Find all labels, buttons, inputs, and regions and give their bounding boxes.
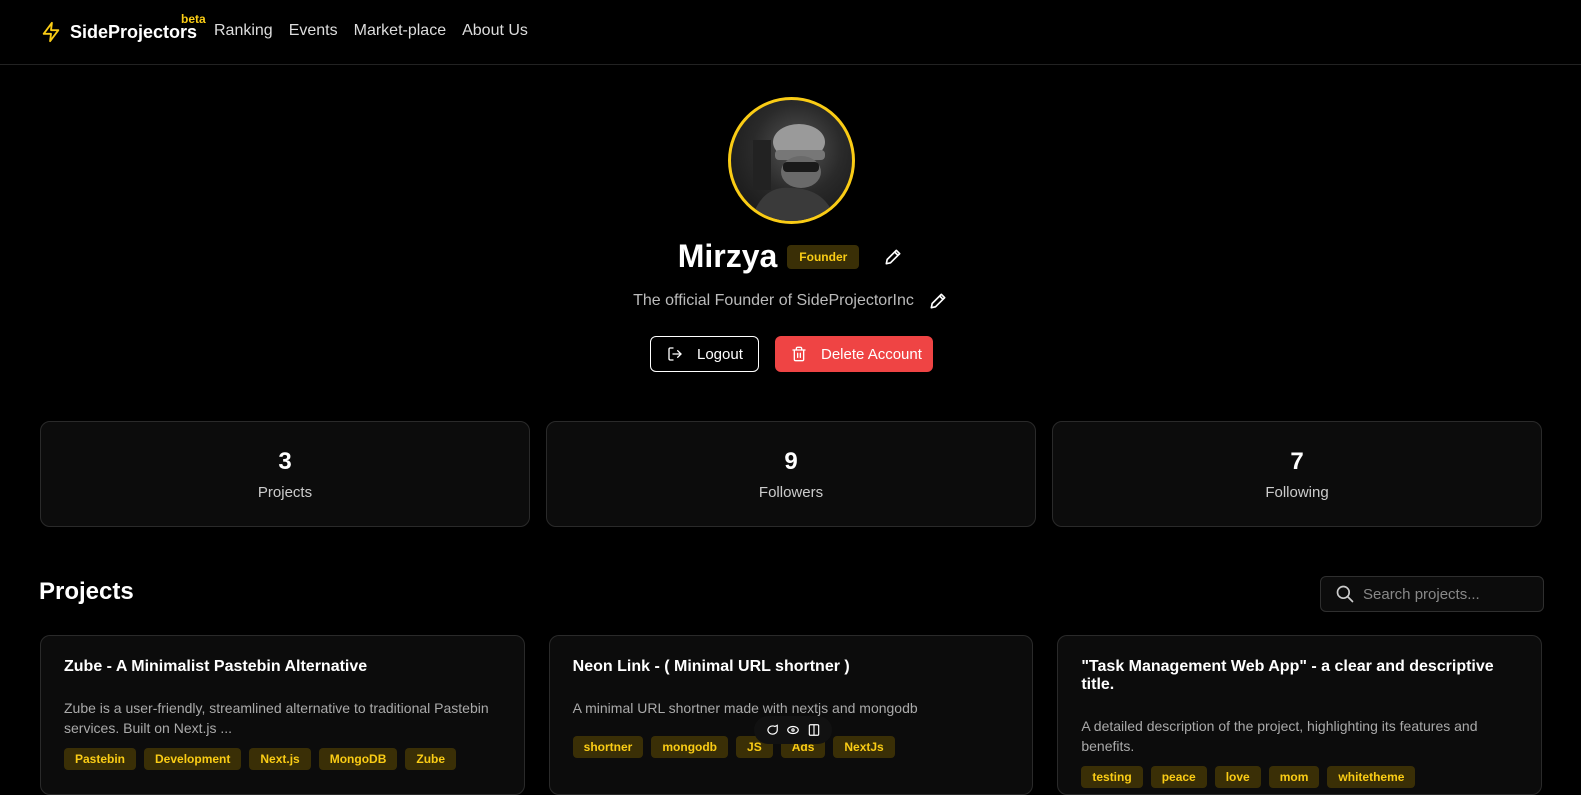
stat-label: Projects <box>257 483 313 501</box>
brand-logo[interactable]: SideProjectors beta <box>40 12 206 45</box>
project-tag[interactable]: testing <box>1081 766 1143 788</box>
project-title[interactable]: Zube - A Minimalist Pastebin Alternative <box>64 658 501 676</box>
top-navbar: SideProjectors beta Ranking Events Marke… <box>0 0 1581 65</box>
project-description: A detailed description of the project, h… <box>1081 718 1478 754</box>
logout-button[interactable]: Logout <box>650 336 759 372</box>
nav-link-ranking[interactable]: Ranking <box>214 22 273 40</box>
project-tag[interactable]: Zube <box>405 748 457 770</box>
project-tag[interactable]: NextJs <box>833 736 895 758</box>
book-icon[interactable] <box>807 723 821 737</box>
beta-badge: beta <box>181 12 206 26</box>
eye-icon[interactable] <box>786 723 800 737</box>
nav-link-market-place[interactable]: Market-place <box>354 22 446 40</box>
project-tag[interactable]: shortner <box>572 736 644 758</box>
search-input[interactable] <box>1363 585 1533 603</box>
project-title[interactable]: "Task Management Web App" - a clear and … <box>1081 658 1518 694</box>
stat-following[interactable]: 7 Following <box>1052 421 1542 527</box>
project-tag[interactable]: Pastebin <box>64 748 137 770</box>
project-tag[interactable]: mongodb <box>651 736 729 758</box>
floating-toolbar <box>754 716 832 744</box>
project-description: Zube is a user-friendly, streamlined alt… <box>64 700 489 736</box>
project-card[interactable]: Neon Link - ( Minimal URL shortner ) A m… <box>548 635 1034 795</box>
project-card[interactable]: Zube - A Minimalist Pastebin Alternative… <box>40 635 525 795</box>
search-icon <box>1336 585 1354 603</box>
lightning-icon <box>42 21 60 43</box>
stat-label: Following <box>1265 483 1329 501</box>
avatar <box>728 97 855 224</box>
nav-link-about-us[interactable]: About Us <box>462 22 528 40</box>
project-tag[interactable]: Development <box>144 748 242 770</box>
brand-name: SideProjectors <box>70 21 198 42</box>
project-card[interactable]: "Task Management Web App" - a clear and … <box>1057 635 1543 795</box>
role-badge: Founder <box>787 244 860 269</box>
project-title[interactable]: Neon Link - ( Minimal URL shortner ) <box>573 658 1010 676</box>
project-tag[interactable]: whitetheme <box>1327 766 1416 788</box>
avatar-image <box>751 124 836 221</box>
project-tag[interactable]: mom <box>1268 766 1320 788</box>
search-box[interactable] <box>1320 576 1544 612</box>
stat-label: Followers <box>758 483 824 501</box>
delete-account-label: Delete Account <box>821 345 922 363</box>
chat-icon[interactable] <box>765 723 779 737</box>
edit-bio-pencil-icon[interactable] <box>928 291 948 311</box>
stat-followers[interactable]: 9 Followers <box>546 421 1036 527</box>
trash-icon <box>792 346 806 362</box>
stat-value: 9 <box>784 447 798 475</box>
project-description: A minimal URL shortner made with nextjs … <box>572 700 918 716</box>
stat-value: 7 <box>1290 447 1304 475</box>
logout-label: Logout <box>697 345 743 363</box>
logout-icon <box>668 347 682 361</box>
profile-name: Mirzya <box>677 238 778 274</box>
project-tag[interactable]: Next.js <box>249 748 311 770</box>
project-tag[interactable]: love <box>1214 766 1261 788</box>
edit-name-pencil-icon[interactable] <box>883 247 903 267</box>
projects-heading: Projects <box>39 578 134 605</box>
stat-projects[interactable]: 3 Projects <box>40 421 530 527</box>
stat-value: 3 <box>278 447 292 475</box>
delete-account-button[interactable]: Delete Account <box>775 336 933 372</box>
project-tag[interactable]: MongoDB <box>318 748 398 770</box>
profile-bio: The official Founder of SideProjectorInc <box>633 292 914 309</box>
project-tag[interactable]: peace <box>1150 766 1207 788</box>
nav-link-events[interactable]: Events <box>289 22 338 40</box>
